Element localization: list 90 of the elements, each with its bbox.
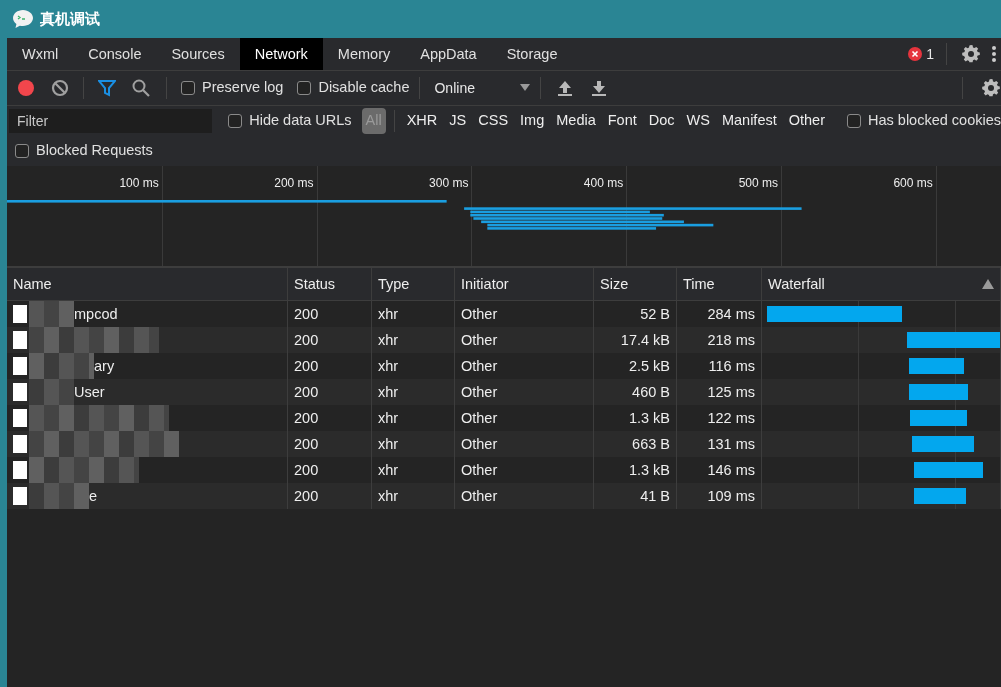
filter-type-tab[interactable]: Media [552, 108, 600, 134]
column-header[interactable]: Size [594, 268, 677, 301]
file-icon [13, 357, 27, 375]
table-cell: 218 ms [677, 327, 762, 353]
checkbox[interactable]: Preserve log [181, 77, 284, 99]
column-header[interactable]: Type [372, 268, 455, 301]
file-icon [13, 461, 27, 479]
search-icon[interactable] [132, 79, 150, 97]
more-options-icon[interactable] [991, 45, 997, 63]
error-count[interactable]: 1 [926, 43, 934, 65]
file-icon [13, 331, 27, 349]
filter-field[interactable]: Filter [9, 109, 213, 133]
chat-bubble-icon [12, 9, 34, 29]
download-icon[interactable] [591, 79, 608, 97]
waterfall-bar [913, 462, 984, 478]
table-cell: 200 [288, 483, 372, 509]
tab[interactable]: Console [73, 38, 157, 70]
time-tick: 300 ms [429, 175, 470, 192]
table-cell: 109 ms [677, 483, 762, 509]
table-cell: 200 [288, 327, 372, 353]
tab[interactable]: AppData [405, 38, 492, 70]
filter-type-tab[interactable]: Other [784, 108, 829, 134]
tab[interactable]: Storage [491, 38, 573, 70]
error-icon[interactable] [908, 47, 923, 61]
filter-icon[interactable] [98, 79, 116, 97]
table-cell: Other [455, 483, 594, 509]
settings-icon[interactable] [981, 78, 1001, 98]
sort-ascending-icon[interactable] [982, 279, 994, 289]
file-icon [13, 383, 27, 401]
table-cell: Other [455, 327, 594, 353]
request-name[interactable]: mpcod [74, 301, 118, 327]
table-cell: Other [455, 379, 594, 405]
column-header[interactable]: Name [7, 268, 288, 301]
tab[interactable]: Wxml [7, 38, 74, 70]
checkbox[interactable]: Blocked Requests [15, 140, 153, 162]
time-tick: 200 ms [274, 175, 315, 192]
checkbox[interactable]: Hide data URLs [228, 110, 352, 132]
file-icon [13, 435, 27, 453]
column-header[interactable]: Waterfall [762, 268, 1001, 301]
window-title: 真机调试 [40, 8, 100, 29]
table-cell: 663 B [594, 431, 677, 457]
table-cell: xhr [372, 431, 455, 457]
filter-type-tab[interactable]: CSS [474, 108, 513, 134]
file-icon [13, 305, 27, 323]
waterfall-bar [908, 358, 964, 374]
column-header[interactable]: Time [677, 268, 762, 301]
table-cell: 17.4 kB [594, 327, 677, 353]
filter-type-tab[interactable]: JS [445, 108, 471, 134]
table-cell: 200 [288, 431, 372, 457]
column-header[interactable]: Status [288, 268, 372, 301]
table-cell: Other [455, 431, 594, 457]
table-cell: 200 [288, 379, 372, 405]
throttling-dropdown[interactable]: Online [430, 77, 531, 99]
upload-icon[interactable] [557, 79, 574, 97]
column-header[interactable]: Initiator [455, 268, 594, 301]
filter-type-tab[interactable]: Doc [644, 108, 679, 134]
tab[interactable]: Network [239, 38, 323, 70]
waterfall-bar [909, 410, 968, 426]
checkbox[interactable]: Disable cache [297, 77, 410, 99]
waterfall-bar [911, 436, 975, 452]
filter-type-tab[interactable]: WS [682, 108, 714, 134]
table-cell: xhr [372, 379, 455, 405]
settings-icon[interactable] [961, 44, 981, 64]
request-name[interactable]: e [89, 483, 98, 509]
table-cell: 460 B [594, 379, 677, 405]
checkbox[interactable]: Has blocked cookies [847, 110, 1001, 132]
waterfall-bar [908, 384, 968, 400]
table-cell: xhr [372, 483, 455, 509]
clear-icon[interactable] [51, 79, 69, 97]
table-cell: 41 B [594, 483, 677, 509]
time-tick: 100 ms [119, 175, 160, 192]
request-name[interactable]: ary [94, 353, 115, 379]
record-icon[interactable] [17, 79, 35, 97]
tab[interactable]: Memory [322, 38, 406, 70]
caret-icon [520, 84, 531, 92]
file-icon [13, 487, 27, 505]
table-cell: 131 ms [677, 431, 762, 457]
request-name[interactable]: User [74, 379, 105, 405]
filter-type-tab[interactable]: XHR [402, 108, 442, 134]
table-cell: 125 ms [677, 379, 762, 405]
tab[interactable]: Sources [156, 38, 240, 70]
waterfall-bar [913, 488, 966, 504]
filter-type-tab[interactable]: Font [603, 108, 641, 134]
table-cell: xhr [372, 327, 455, 353]
time-tick: 400 ms [583, 175, 625, 192]
time-tick: 500 ms [738, 175, 779, 192]
filter-type-tab[interactable]: Img [516, 108, 549, 134]
time-tick: 600 ms [893, 175, 934, 192]
file-icon [13, 409, 27, 427]
filter-type-tab[interactable]: Manifest [717, 108, 781, 134]
